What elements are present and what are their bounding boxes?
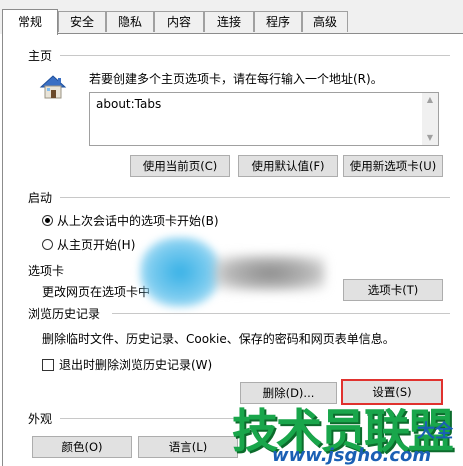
tabs-section-title: 选项卡	[28, 264, 65, 278]
tabs-settings-button[interactable]: 选项卡(T)	[343, 279, 443, 301]
radio-dot	[42, 239, 53, 250]
startup-section-title: 启动	[28, 191, 53, 205]
use-current-button[interactable]: 使用当前页(C)	[130, 155, 230, 177]
tab-content[interactable]: 内容	[154, 11, 204, 32]
tab-strip: 常规 安全 隐私 内容 连接 程序 高级	[0, 0, 463, 35]
blurred-region	[140, 237, 220, 307]
radio-dot	[42, 215, 53, 226]
house-icon	[38, 72, 68, 102]
history-desc: 删除临时文件、历史记录、Cookie、保存的密码和网页表单信息。	[42, 332, 395, 346]
site-watermark: 技术员联盟 大全 www.jsgho.com	[232, 395, 463, 466]
tabs-section-desc: 更改网页在选项卡中	[42, 285, 151, 299]
watermark-url: www.jsgho.com	[272, 445, 432, 466]
colors-button[interactable]: 颜色(O)	[32, 436, 132, 458]
use-default-button[interactable]: 使用默认值(F)	[238, 155, 338, 177]
blurred-region	[215, 255, 325, 291]
history-section-title: 浏览历史记录	[28, 307, 101, 321]
history-divider	[112, 313, 450, 314]
tab-general[interactable]: 常规	[2, 9, 58, 35]
delete-on-exit-label: 退出时删除浏览历史记录(W)	[59, 358, 213, 372]
languages-button[interactable]: 语言(L)	[138, 436, 238, 458]
scroll-up-icon[interactable]: ▲	[422, 93, 438, 107]
tab-advanced[interactable]: 高级	[302, 11, 348, 32]
startup-home-radio[interactable]: 从主页开始(H)	[42, 236, 135, 253]
startup-last-session-radio[interactable]: 从上次会话中的选项卡开始(B)	[42, 212, 219, 229]
home-scrollbar[interactable]: ▲ ▼	[422, 93, 438, 145]
scroll-down-icon[interactable]: ▼	[422, 131, 438, 145]
home-divider	[60, 55, 450, 56]
tab-privacy[interactable]: 隐私	[106, 11, 154, 32]
startup-home-label: 从主页开始(H)	[57, 238, 136, 252]
use-new-tab-button[interactable]: 使用新选项卡(U)	[343, 155, 443, 177]
startup-last-session-label: 从上次会话中的选项卡开始(B)	[57, 214, 219, 228]
tab-programs[interactable]: 程序	[254, 11, 302, 32]
home-page-input[interactable]: about:Tabs ▲ ▼	[89, 92, 439, 146]
tab-security[interactable]: 安全	[58, 11, 106, 32]
home-section-title: 主页	[28, 49, 53, 63]
tab-connections[interactable]: 连接	[204, 11, 254, 32]
watermark-suffix: 大全	[417, 421, 453, 442]
appearance-divider	[60, 418, 260, 419]
appearance-section-title: 外观	[28, 412, 53, 426]
startup-divider	[60, 197, 450, 198]
home-page-value: about:Tabs	[96, 97, 162, 111]
delete-on-exit-checkbox[interactable]: 退出时删除浏览历史记录(W)	[42, 356, 212, 373]
checkbox-box	[42, 358, 54, 371]
home-hint: 若要创建多个主页选项卡，请在每行输入一个地址(R)。	[89, 72, 383, 86]
